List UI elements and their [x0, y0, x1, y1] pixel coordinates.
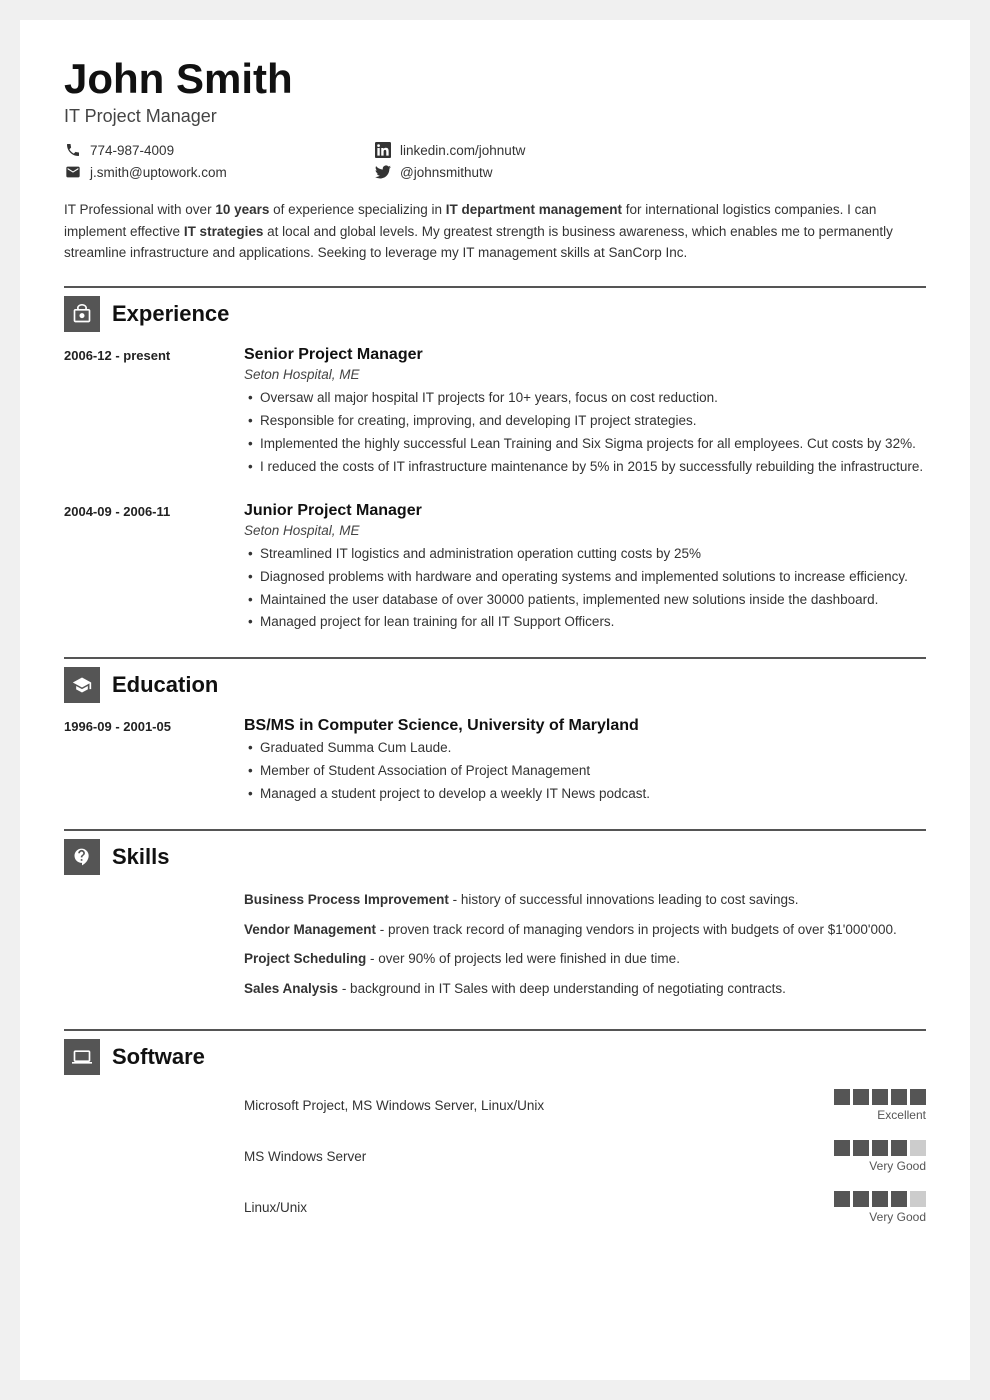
experience-title: Experience: [112, 301, 229, 327]
bullet: Streamlined IT logistics and administrat…: [244, 544, 926, 565]
rating-label-0: Excellent: [877, 1108, 926, 1122]
dot: [891, 1089, 907, 1105]
job1-title: Senior Project Manager: [244, 346, 926, 364]
header-section: John Smith IT Project Manager 774-987-40…: [64, 56, 926, 264]
job2-company: Seton Hospital, ME: [244, 523, 926, 538]
dot: [834, 1089, 850, 1105]
education-icon: [64, 667, 100, 703]
software-section: Software Microsoft Project, MS Windows S…: [64, 1029, 926, 1224]
software-rating-0: Excellent: [834, 1089, 926, 1122]
job2-title: Junior Project Manager: [244, 502, 926, 520]
education-section: Education 1996-09 - 2001-05 BS/MS in Com…: [64, 657, 926, 807]
email-item: j.smith@uptowork.com: [64, 163, 354, 181]
email-icon: [64, 163, 82, 181]
experience-header: Experience: [64, 286, 926, 332]
twitter-value: @johnsmithutw: [400, 165, 493, 180]
bullet: Member of Student Association of Project…: [244, 761, 926, 782]
dot: [834, 1191, 850, 1207]
linkedin-icon: [374, 141, 392, 159]
edu-entry-1: 1996-09 - 2001-05 BS/MS in Computer Scie…: [64, 717, 926, 807]
phone-value: 774-987-4009: [90, 143, 174, 158]
phone-item: 774-987-4009: [64, 141, 354, 159]
job1-dates: 2006-12 - present: [64, 346, 224, 480]
edu1-bullets: Graduated Summa Cum Laude. Member of Stu…: [244, 738, 926, 805]
phone-icon: [64, 141, 82, 159]
contact-grid: 774-987-4009 linkedin.com/johnutw j.smit…: [64, 141, 664, 181]
skill-item-2: Project Scheduling - over 90% of project…: [244, 948, 926, 970]
rating-dots-2: [834, 1191, 926, 1207]
candidate-name: John Smith: [64, 56, 926, 102]
rating-label-1: Very Good: [869, 1159, 926, 1173]
job-entry-1: 2006-12 - present Senior Project Manager…: [64, 346, 926, 480]
rating-label-2: Very Good: [869, 1210, 926, 1224]
job2-content: Junior Project Manager Seton Hospital, M…: [244, 502, 926, 636]
rating-dots-0: [834, 1089, 926, 1105]
dot: [853, 1140, 869, 1156]
bullet: Managed a student project to develop a w…: [244, 784, 926, 805]
candidate-title: IT Project Manager: [64, 106, 926, 127]
skills-section: Skills Business Process Improvement - hi…: [64, 829, 926, 1007]
dot: [872, 1191, 888, 1207]
dot: [910, 1089, 926, 1105]
edu1-degree: BS/MS in Computer Science, University of…: [244, 717, 926, 735]
skill-item-0: Business Process Improvement - history o…: [244, 889, 926, 911]
resume-document: John Smith IT Project Manager 774-987-40…: [20, 20, 970, 1380]
rating-dots-1: [834, 1140, 926, 1156]
edu1-dates: 1996-09 - 2001-05: [64, 717, 224, 807]
software-item-2: Linux/Unix Very Good: [64, 1191, 926, 1224]
bullet: Managed project for lean training for al…: [244, 612, 926, 633]
linkedin-item: linkedin.com/johnutw: [374, 141, 664, 159]
software-icon: [64, 1039, 100, 1075]
experience-icon: [64, 296, 100, 332]
twitter-item: @johnsmithutw: [374, 163, 664, 181]
dot: [891, 1191, 907, 1207]
skills-list-container: Business Process Improvement - history o…: [64, 889, 926, 1007]
dot: [853, 1089, 869, 1105]
job1-company: Seton Hospital, ME: [244, 367, 926, 382]
skills-title: Skills: [112, 844, 169, 870]
bullet: Implemented the highly successful Lean T…: [244, 434, 926, 455]
bullet: Maintained the user database of over 300…: [244, 590, 926, 611]
bullet: Graduated Summa Cum Laude.: [244, 738, 926, 759]
bullet: Responsible for creating, improving, and…: [244, 411, 926, 432]
job-entry-2: 2004-09 - 2006-11 Junior Project Manager…: [64, 502, 926, 636]
dot: [853, 1191, 869, 1207]
skill-item-1: Vendor Management - proven track record …: [244, 919, 926, 941]
job1-content: Senior Project Manager Seton Hospital, M…: [244, 346, 926, 480]
dot: [872, 1089, 888, 1105]
job1-bullets: Oversaw all major hospital IT projects f…: [244, 388, 926, 478]
email-value: j.smith@uptowork.com: [90, 165, 227, 180]
software-name-2: Linux/Unix: [244, 1200, 814, 1215]
software-item-0: Microsoft Project, MS Windows Server, Li…: [64, 1089, 926, 1122]
experience-section: Experience 2006-12 - present Senior Proj…: [64, 286, 926, 635]
linkedin-value: linkedin.com/johnutw: [400, 143, 525, 158]
skills-header: Skills: [64, 829, 926, 875]
skills-list: Business Process Improvement - history o…: [244, 889, 926, 1007]
software-header: Software: [64, 1029, 926, 1075]
dot: [872, 1140, 888, 1156]
dot-empty: [910, 1191, 926, 1207]
software-name-1: MS Windows Server: [244, 1149, 814, 1164]
dot: [891, 1140, 907, 1156]
skills-icon: [64, 839, 100, 875]
software-rating-1: Very Good: [834, 1140, 926, 1173]
dot-empty: [910, 1140, 926, 1156]
summary-text: IT Professional with over 10 years of ex…: [64, 199, 926, 264]
edu1-content: BS/MS in Computer Science, University of…: [244, 717, 926, 807]
job2-dates: 2004-09 - 2006-11: [64, 502, 224, 636]
bullet: Oversaw all major hospital IT projects f…: [244, 388, 926, 409]
twitter-icon: [374, 163, 392, 181]
education-title: Education: [112, 672, 218, 698]
bullet: I reduced the costs of IT infrastructure…: [244, 457, 926, 478]
software-title: Software: [112, 1044, 205, 1070]
bullet: Diagnosed problems with hardware and ope…: [244, 567, 926, 588]
job2-bullets: Streamlined IT logistics and administrat…: [244, 544, 926, 634]
dot: [834, 1140, 850, 1156]
software-name-0: Microsoft Project, MS Windows Server, Li…: [244, 1098, 814, 1113]
software-rating-2: Very Good: [834, 1191, 926, 1224]
software-item-1: MS Windows Server Very Good: [64, 1140, 926, 1173]
skill-item-3: Sales Analysis - background in IT Sales …: [244, 978, 926, 1000]
education-header: Education: [64, 657, 926, 703]
